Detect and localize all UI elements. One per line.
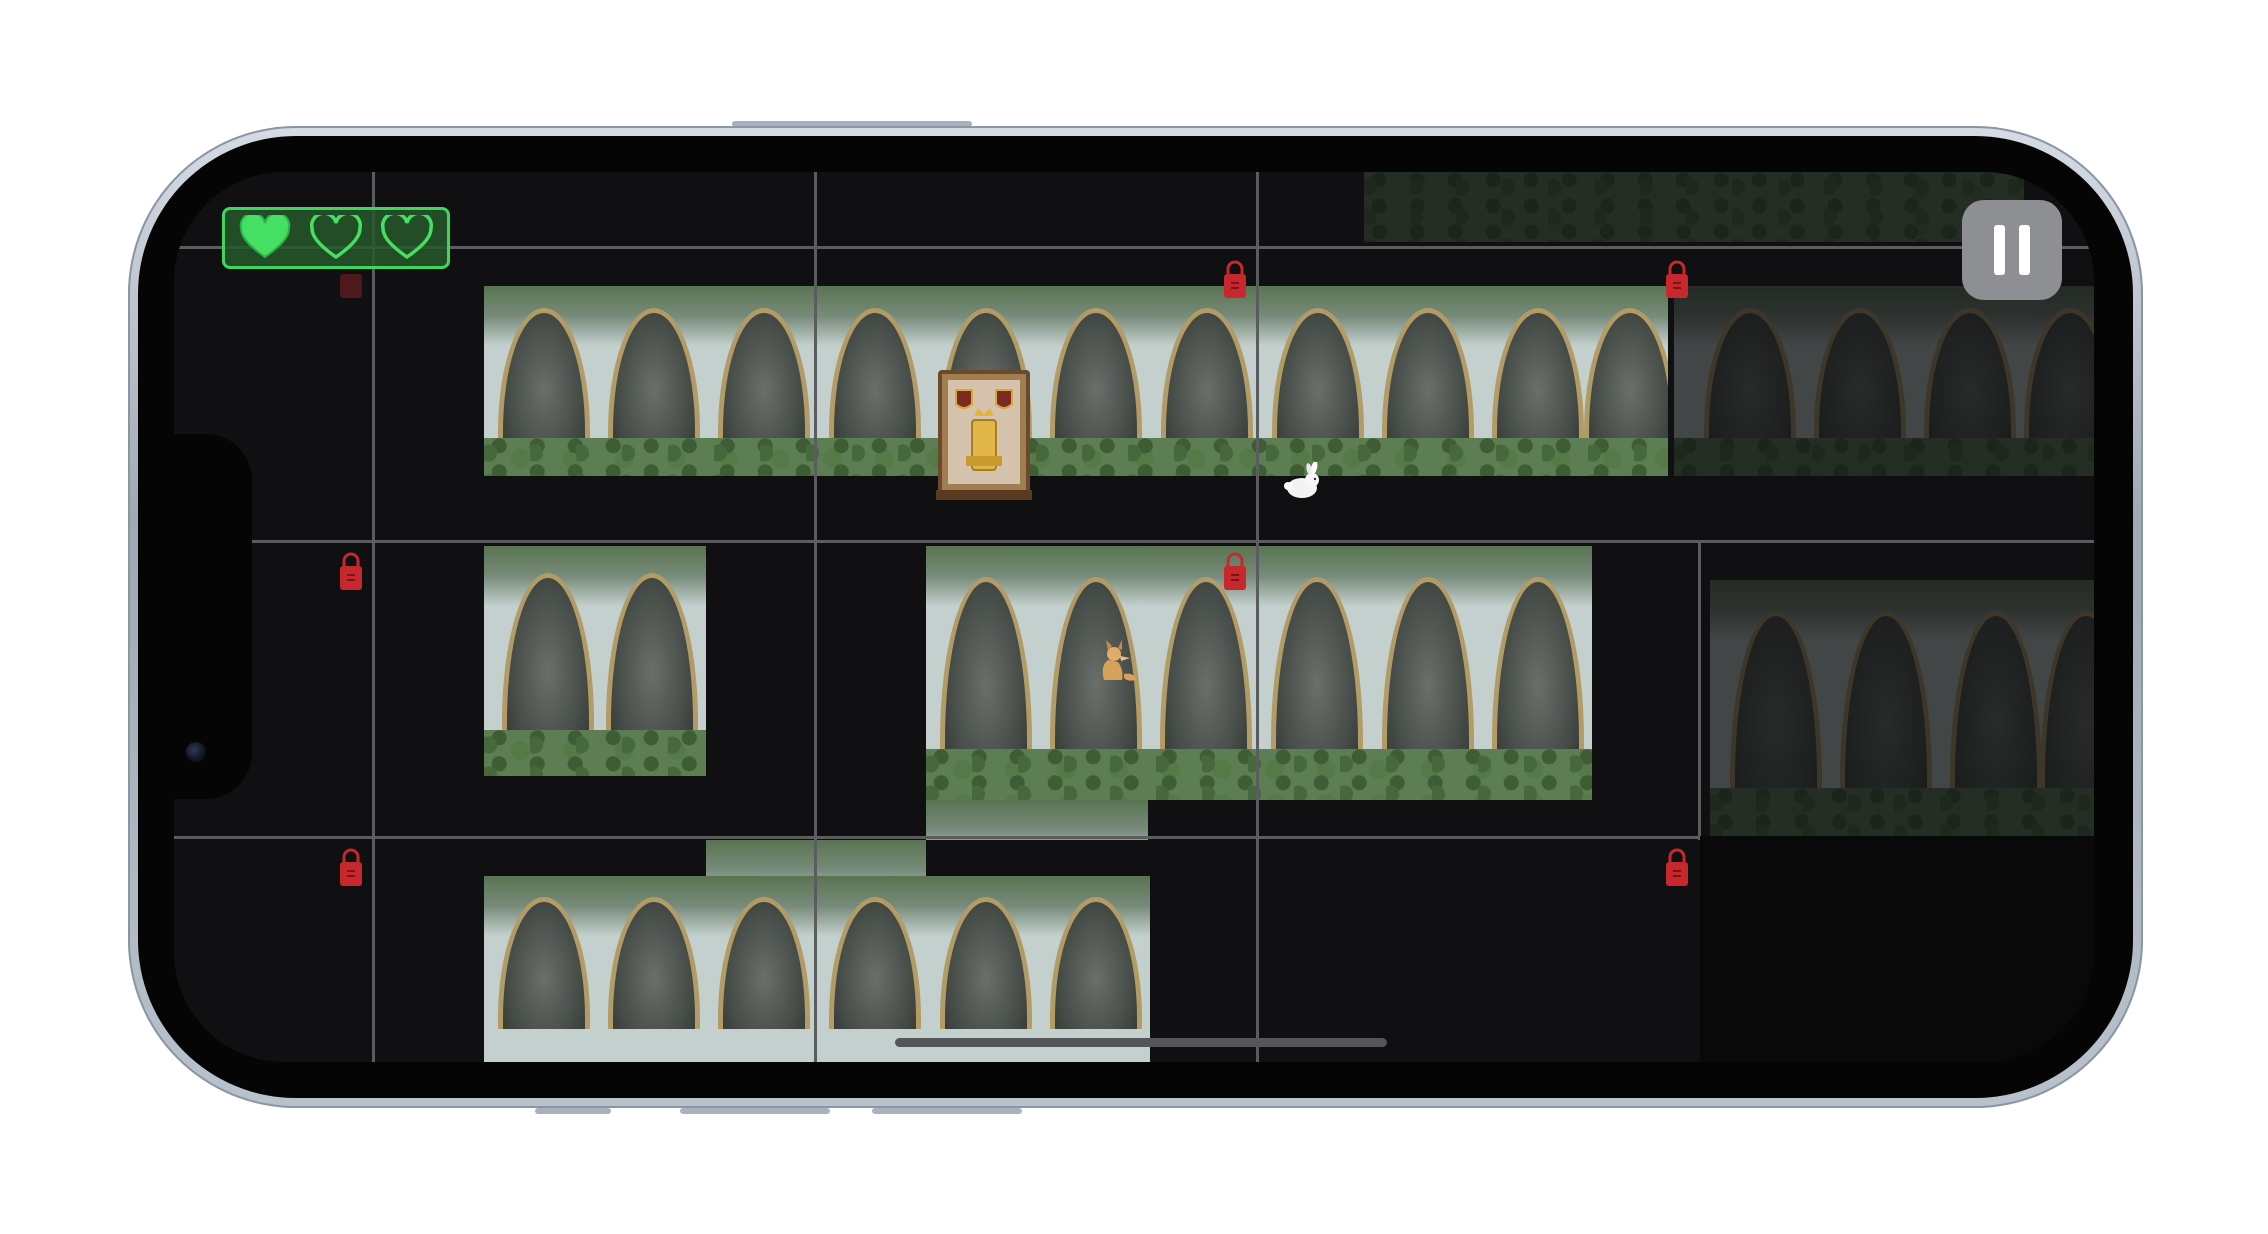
rabbit-player <box>1284 462 1319 498</box>
heart-outline-icon <box>309 215 362 260</box>
room-top-corridor <box>484 286 1668 476</box>
phone-volume-down <box>680 1108 830 1114</box>
grid-line-v2 <box>814 172 817 1062</box>
front-camera <box>186 742 206 762</box>
notch <box>174 434 252 799</box>
lives-hud <box>222 207 450 269</box>
phone-side-button <box>872 1108 1022 1114</box>
room-right-mid-unexplored <box>1710 580 2094 840</box>
grid-line-v3 <box>1256 172 1259 1062</box>
game-screen <box>174 172 2094 1062</box>
room-bottom-left <box>484 876 1150 1062</box>
room-left-mid <box>484 546 706 776</box>
grid-line-v4 <box>1698 540 1701 840</box>
fox-enemy <box>1102 640 1136 681</box>
pause-button[interactable] <box>1962 200 2062 300</box>
room-center-mid <box>926 546 1592 800</box>
grid-line-v1 <box>372 172 375 1062</box>
pause-icon <box>1994 225 2005 275</box>
phone-volume-up <box>535 1108 611 1114</box>
padlock-icon <box>340 848 362 886</box>
grid-line-h1 <box>174 246 2094 249</box>
room-center-connector <box>926 800 1148 840</box>
padlock-icon <box>1666 260 1688 298</box>
home-indicator[interactable] <box>895 1038 1387 1047</box>
heart-filled-icon <box>239 215 290 259</box>
heart-outline-icon <box>381 215 434 260</box>
room-top-right-unexplored <box>1674 286 2094 476</box>
fog-right-column <box>1700 836 2094 1062</box>
throne <box>936 370 1032 500</box>
padlock-icon <box>340 552 362 590</box>
padlock-icon <box>1224 552 1246 590</box>
padlock-icon <box>1224 260 1246 298</box>
room-top-strip-unexplored <box>1364 172 2024 242</box>
padlock-icon <box>1666 848 1688 886</box>
grid-line-h2 <box>174 540 2094 543</box>
